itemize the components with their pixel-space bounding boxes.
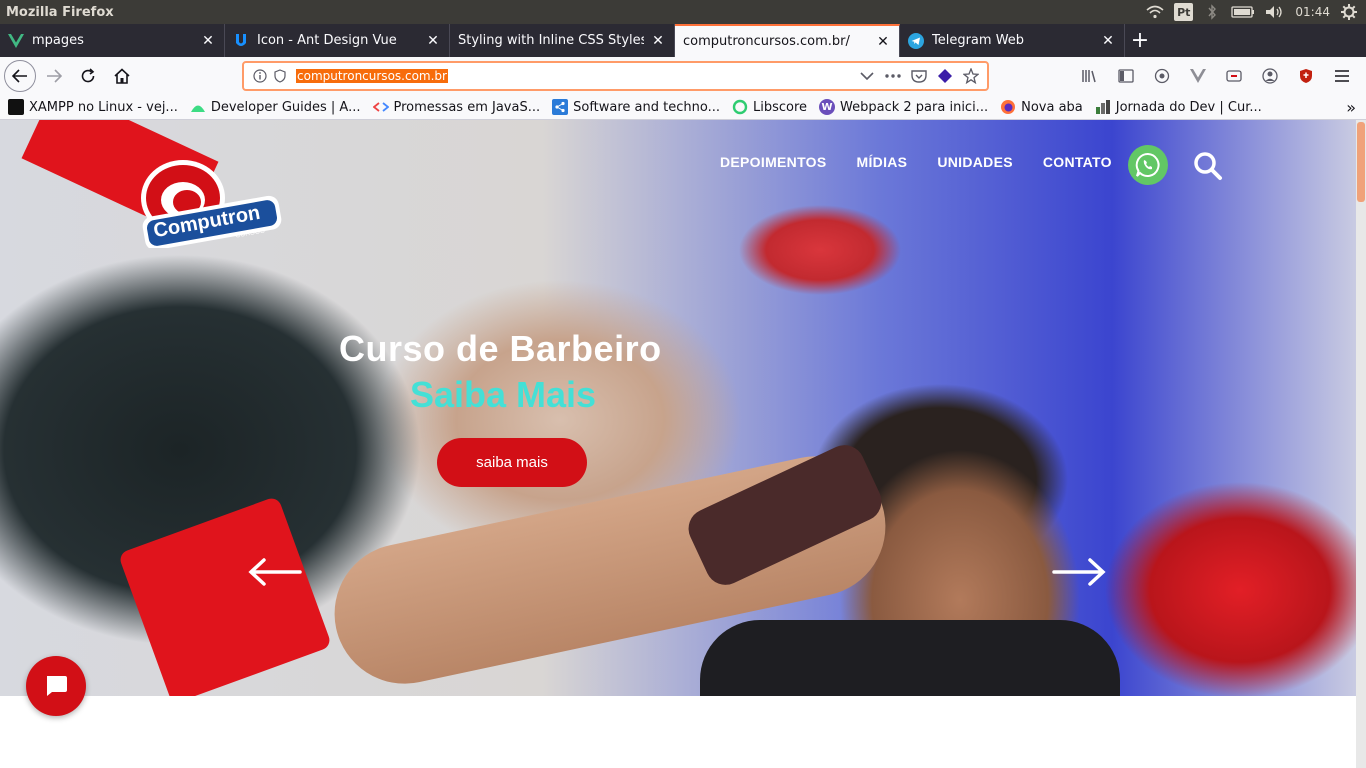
toolbar-right	[1074, 61, 1358, 91]
vue-icon	[8, 33, 24, 49]
window-title: Mozilla Firefox	[6, 4, 114, 20]
scrollbar-thumb[interactable]	[1357, 122, 1365, 202]
site-nav: DEPOIMENTOS MÍDIAS UNIDADES CONTATO	[720, 154, 1112, 170]
page-scrollbar[interactable]	[1356, 120, 1366, 768]
battery-icon[interactable]	[1231, 3, 1255, 21]
hero-subtitle: Saiba Mais	[410, 374, 597, 415]
android-icon	[190, 99, 206, 115]
forward-button[interactable]	[38, 60, 70, 92]
navigation-toolbar: computroncursos.com.br	[0, 57, 1366, 95]
bars-icon	[1095, 99, 1111, 115]
nav-depoimentos[interactable]: DEPOIMENTOS	[720, 154, 827, 170]
saiba-mais-button[interactable]: saiba mais	[437, 438, 587, 487]
vue-devtools-icon[interactable]	[1182, 61, 1214, 91]
firefox-icon	[1000, 99, 1016, 115]
clock[interactable]: 01:44	[1295, 3, 1330, 21]
slider-prev-button[interactable]	[248, 552, 302, 592]
chat-extension-icon[interactable]	[1146, 61, 1178, 91]
home-button[interactable]	[106, 60, 138, 92]
tab-telegram[interactable]: Telegram Web ✕	[900, 24, 1125, 57]
pocket-icon[interactable]	[909, 66, 929, 86]
nav-midias[interactable]: MÍDIAS	[857, 154, 908, 170]
info-icon[interactable]	[250, 66, 270, 86]
arrow-right-icon	[1052, 558, 1106, 586]
hero-slider: Computron CURSOS DEPOIMENTOS MÍDIAS UNID…	[0, 120, 1356, 696]
tab-styling-inline-css[interactable]: Styling with Inline CSS Styles in V ✕	[450, 24, 675, 57]
account-icon[interactable]	[1254, 61, 1286, 91]
wifi-icon[interactable]	[1146, 3, 1164, 21]
back-button[interactable]	[4, 60, 36, 92]
nav-unidades[interactable]: UNIDADES	[937, 154, 1013, 170]
tab-label: Styling with Inline CSS Styles in V	[458, 33, 644, 48]
hero-photo-sleeve	[117, 495, 333, 696]
share-icon	[552, 99, 569, 115]
close-icon[interactable]: ✕	[425, 33, 441, 49]
bookmark-xampp[interactable]: XAMPP no Linux - vej...	[8, 99, 178, 115]
tab-label: Telegram Web	[932, 33, 1025, 48]
close-icon[interactable]: ✕	[1100, 33, 1116, 49]
hero-title: Curso de Barbeiro	[339, 328, 662, 369]
tab-strip: mpages ✕ Icon - Ant Design Vue ✕ Styling…	[0, 24, 1366, 57]
keyboard-language-indicator[interactable]: Pt	[1174, 3, 1194, 21]
code-icon	[372, 99, 389, 115]
bookmarks-overflow-icon[interactable]: »	[1346, 98, 1356, 117]
tab-label: mpages	[32, 33, 84, 48]
media-extension-icon[interactable]	[1218, 61, 1250, 91]
chat-widget-button[interactable]	[26, 656, 86, 716]
bookmark-nova-aba[interactable]: Nova aba	[1000, 99, 1083, 115]
hamburger-menu-icon[interactable]	[1326, 61, 1358, 91]
tab-computron[interactable]: computroncursos.com.br/ ✕	[675, 24, 900, 57]
reload-button[interactable]	[72, 60, 104, 92]
slider-next-button[interactable]	[1052, 552, 1106, 592]
hero-photo-cape	[700, 620, 1120, 696]
bookmark-webpack[interactable]: W Webpack 2 para inici...	[819, 99, 988, 115]
nav-contato[interactable]: CONTATO	[1043, 154, 1112, 170]
bookmarks-toolbar: XAMPP no Linux - vej... Developer Guides…	[0, 95, 1366, 120]
bookmark-software-techno[interactable]: Software and techno...	[552, 99, 720, 115]
os-top-bar: Mozilla Firefox Pt 01:44	[0, 0, 1366, 24]
search-icon	[1194, 152, 1222, 180]
system-tray: Pt 01:44	[1146, 3, 1366, 21]
extension-diamond-icon[interactable]	[935, 66, 955, 86]
whatsapp-button[interactable]	[1128, 145, 1168, 185]
xampp-icon	[8, 99, 24, 115]
address-bar[interactable]: computroncursos.com.br	[242, 61, 989, 91]
url-text[interactable]: computroncursos.com.br	[296, 69, 448, 83]
web-page: Computron CURSOS DEPOIMENTOS MÍDIAS UNID…	[0, 120, 1356, 768]
library-icon[interactable]	[1074, 61, 1106, 91]
bluetooth-icon[interactable]	[1203, 3, 1221, 21]
volume-icon[interactable]	[1265, 3, 1285, 21]
tab-mpages[interactable]: mpages ✕	[0, 24, 225, 57]
bookmark-star-icon[interactable]	[961, 66, 981, 86]
chat-bubble-icon	[47, 676, 67, 696]
tracking-shield-icon[interactable]	[270, 66, 290, 86]
telegram-icon	[908, 32, 924, 49]
settings-gear-icon[interactable]	[1340, 3, 1358, 21]
tab-ant-design[interactable]: Icon - Ant Design Vue ✕	[225, 24, 450, 57]
close-icon[interactable]: ✕	[650, 33, 666, 49]
more-actions-icon[interactable]	[883, 66, 903, 86]
tab-label: computroncursos.com.br/	[683, 34, 850, 49]
ublock-shield-icon[interactable]	[1290, 61, 1322, 91]
libscore-icon	[732, 99, 748, 115]
bookmark-developer-guides[interactable]: Developer Guides | A...	[190, 99, 361, 115]
new-tab-button[interactable]: +	[1125, 24, 1155, 57]
search-button[interactable]	[1190, 148, 1226, 184]
tab-label: Icon - Ant Design Vue	[257, 33, 397, 48]
antd-icon	[233, 33, 249, 49]
close-icon[interactable]: ✕	[875, 34, 891, 50]
sidebar-icon[interactable]	[1110, 61, 1142, 91]
chevron-down-icon[interactable]	[857, 66, 877, 86]
bookmark-libscore[interactable]: Libscore	[732, 99, 807, 115]
close-icon[interactable]: ✕	[200, 33, 216, 49]
site-logo[interactable]: Computron CURSOS	[137, 158, 283, 251]
webpack-icon: W	[819, 99, 836, 115]
bookmark-jornada-dev[interactable]: Jornada do Dev | Cur...	[1095, 99, 1262, 115]
bookmark-promessas[interactable]: Promessas em JavaS...	[372, 99, 540, 115]
arrow-left-icon	[248, 558, 302, 586]
whatsapp-icon	[1135, 152, 1160, 177]
